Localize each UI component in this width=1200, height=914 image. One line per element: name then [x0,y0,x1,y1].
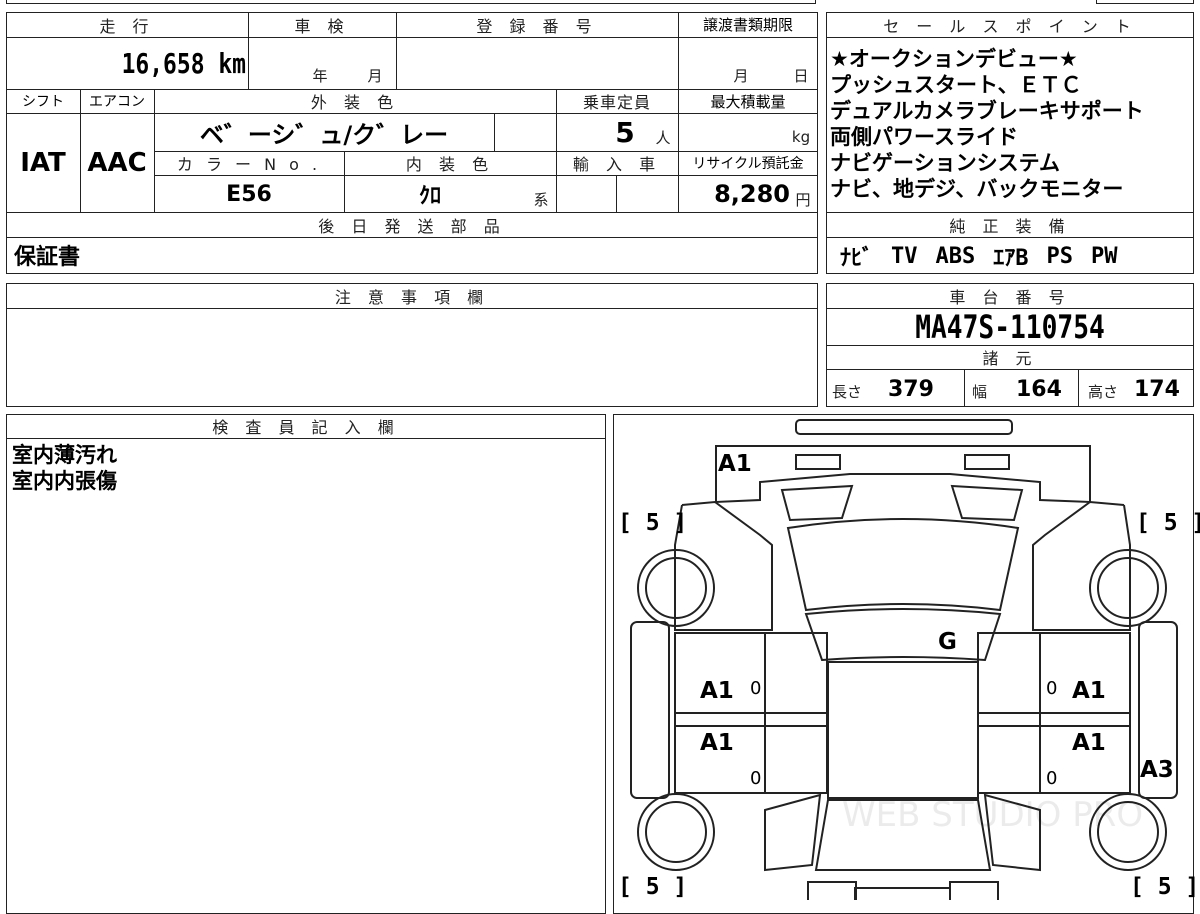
damage-mark: G [938,629,957,655]
zero-mark: 0 [1046,768,1058,789]
damage-mark: A1 [1072,730,1106,756]
tire-tread-mark: [ 5 ] [618,874,688,900]
damage-mark: A1 [1072,678,1106,704]
zero-mark: 0 [750,768,762,789]
damage-mark: A1 [700,730,734,756]
damage-mark: A1 [700,678,734,704]
tire-tread-mark: [ 5 ] [618,510,688,536]
watermark: WEB STUDIO PRO [842,795,1144,835]
damage-mark: A1 [718,451,752,477]
damage-mark: A3 [1140,757,1174,783]
zero-mark: 0 [750,678,762,699]
zero-mark: 0 [1046,678,1058,699]
tire-tread-mark: [ 5 ] [1136,510,1200,536]
tire-tread-mark: [ 5 ] [1130,874,1200,900]
